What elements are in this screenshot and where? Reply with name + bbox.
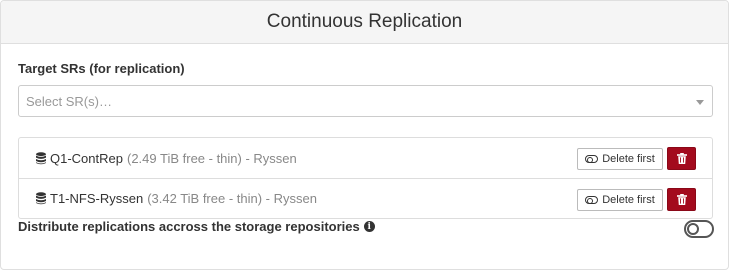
sr-meta: (2.49 TiB free - thin) - Ryssen <box>126 150 297 166</box>
database-icon <box>35 151 47 165</box>
remove-sr-button[interactable] <box>667 147 696 170</box>
trash-icon <box>676 194 687 205</box>
caret-down-icon[interactable] <box>696 100 704 105</box>
sr-name: Q1-ContRep <box>50 150 123 166</box>
delete-first-label: Delete first <box>602 153 655 165</box>
sr-select-placeholder: Select SR(s)… <box>26 93 112 109</box>
continuous-replication-panel: Continuous Replication Target SRs (for r… <box>0 0 729 270</box>
info-circle-icon[interactable]: i <box>363 221 375 232</box>
sr-list-item: T1-NFS-Ryssen (3.42 TiB free - thin) - R… <box>19 178 712 218</box>
toggle-off-icon <box>585 155 599 163</box>
database-icon <box>35 192 47 205</box>
delete-first-button[interactable]: Delete first <box>577 189 663 211</box>
panel-header: Continuous Replication <box>1 1 728 44</box>
toggle-knob <box>687 223 699 235</box>
delete-first-label: Delete first <box>602 194 655 206</box>
sr-meta: (3.42 TiB free - thin) - Ryssen <box>147 191 317 206</box>
toggle-off-icon <box>585 196 599 204</box>
delete-first-button[interactable]: Delete first <box>577 148 663 170</box>
selected-sr-list: Q1-ContRep (2.49 TiB free - thin) - Ryss… <box>18 137 713 219</box>
sr-name: T1-NFS-Ryssen <box>50 191 144 206</box>
distribute-label-text: Distribute replications accross the stor… <box>18 219 360 234</box>
sr-list-item: Q1-ContRep (2.49 TiB free - thin) - Ryss… <box>19 138 712 178</box>
trash-icon <box>676 153 687 164</box>
distribute-toggle[interactable] <box>684 220 714 238</box>
distribute-label: Distribute replications accross the stor… <box>18 219 375 234</box>
remove-sr-button[interactable] <box>667 188 696 211</box>
target-srs-label: Target SRs (for replication) <box>18 61 185 76</box>
sr-select[interactable]: Select SR(s)… <box>18 85 713 117</box>
panel-title: Continuous Replication <box>266 11 463 32</box>
